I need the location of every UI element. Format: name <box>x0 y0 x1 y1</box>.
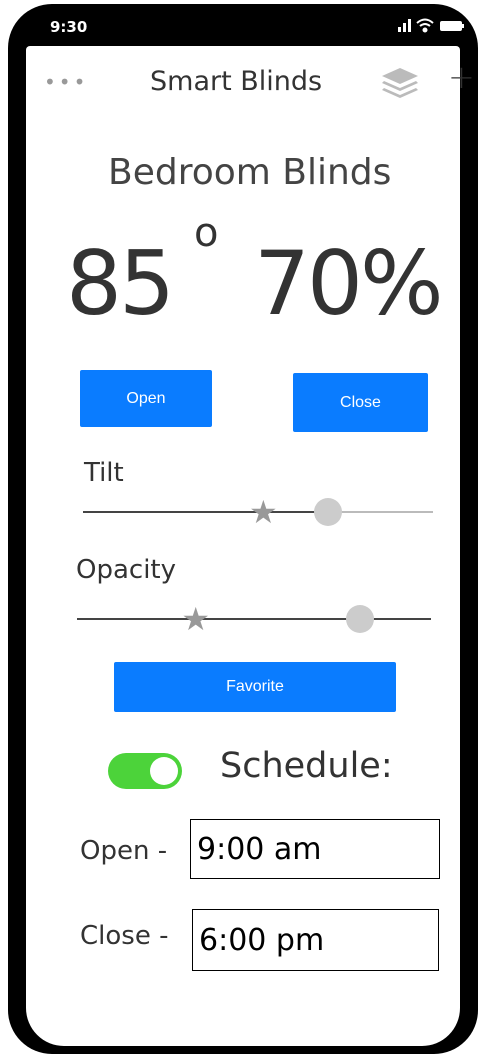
close-button[interactable]: Close <box>293 373 428 432</box>
opacity-slider[interactable]: ★ <box>77 600 431 638</box>
open-button[interactable]: Open <box>80 370 212 427</box>
wifi-icon <box>416 18 434 33</box>
tilt-track-fill <box>83 511 328 513</box>
toggle-knob <box>150 757 178 785</box>
device-name: Bedroom Blinds <box>108 152 392 193</box>
degree-symbol: o <box>194 210 219 256</box>
opacity-label: Opacity <box>76 555 177 585</box>
close-time-label: Close - <box>80 921 169 951</box>
tilt-slider[interactable]: ★ <box>83 493 433 531</box>
close-time-field[interactable] <box>192 909 439 971</box>
schedule-toggle[interactable] <box>108 753 182 789</box>
opacity-track-fill <box>77 618 361 620</box>
app-screen <box>26 46 460 1046</box>
battery-icon <box>440 21 464 31</box>
status-time: 9:30 <box>50 18 88 36</box>
add-button[interactable]: + <box>448 58 475 96</box>
opacity-readout: 70% <box>254 232 444 335</box>
tilt-slider-thumb[interactable] <box>314 498 342 526</box>
tilt-favorite-star-icon: ★ <box>249 493 278 531</box>
opacity-slider-thumb[interactable] <box>346 605 375 633</box>
tilt-label: Tilt <box>84 458 124 488</box>
tilt-readout: 85 <box>66 232 175 335</box>
opacity-favorite-star-icon: ★ <box>181 600 211 638</box>
open-time-field[interactable] <box>190 819 440 879</box>
open-time-label: Open - <box>80 836 168 866</box>
layers-icon[interactable] <box>380 66 420 100</box>
favorite-button[interactable]: Favorite <box>114 662 396 712</box>
schedule-label: Schedule: <box>220 746 393 786</box>
page-title: Smart Blinds <box>150 66 323 97</box>
signal-icon <box>398 19 411 32</box>
more-icon[interactable]: ••• <box>44 70 88 94</box>
status-icons <box>398 18 464 33</box>
